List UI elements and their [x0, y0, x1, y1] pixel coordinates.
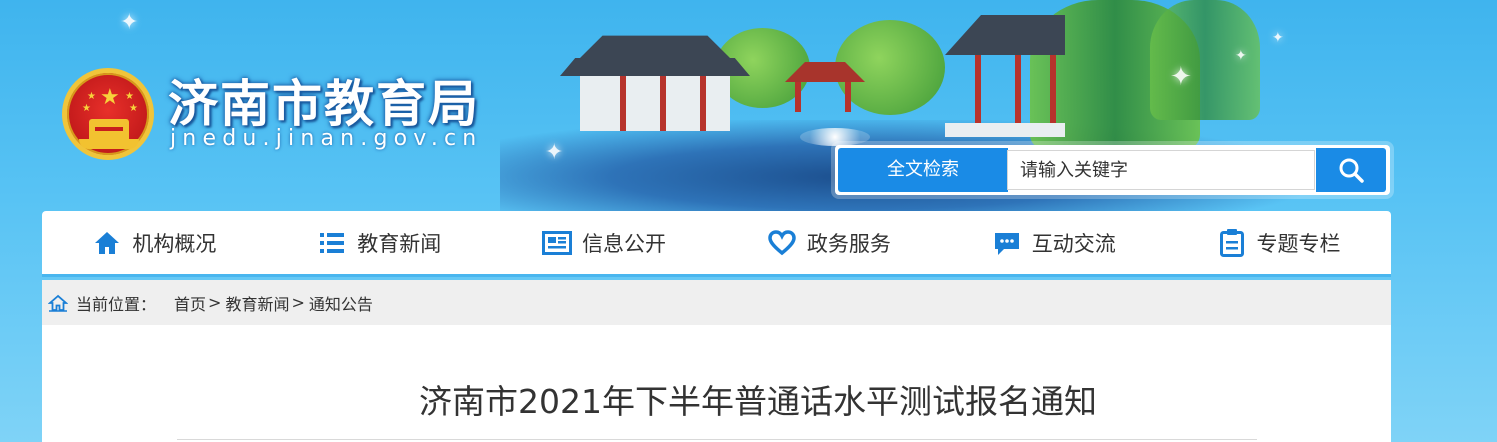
nav-item-government-services[interactable]: 政务服务	[716, 211, 941, 274]
sparkle-icon: ✦	[120, 10, 139, 35]
list-icon	[317, 228, 347, 258]
pavilion-graphic	[945, 5, 1065, 145]
nav-item-org-overview[interactable]: 机构概况	[42, 211, 267, 274]
nav-item-special-topics[interactable]: 专题专栏	[1166, 211, 1391, 274]
header-banner: ✦ ✦ ✦ ✦ ✦ ★ ★ ★ ★ ★ 济南市教育局 jnedu.jinan.g…	[0, 0, 1497, 215]
nav-item-label: 信息公开	[582, 231, 667, 256]
nav-item-info-disclosure[interactable]: 信息公开	[492, 211, 717, 274]
pavilion-graphic	[785, 62, 865, 114]
nav-item-label: 政务服务	[806, 231, 891, 256]
breadcrumb-link-home[interactable]: 首页	[174, 291, 206, 315]
breadcrumb-separator: >	[208, 293, 222, 312]
search-button[interactable]	[1316, 148, 1386, 192]
sparkle-icon: ✦	[1235, 48, 1247, 64]
national-emblem-icon: ★ ★ ★ ★ ★	[62, 68, 154, 160]
home-icon	[92, 228, 122, 258]
search-label[interactable]: 全文检索	[838, 148, 1008, 192]
nav-item-education-news[interactable]: 教育新闻	[267, 211, 492, 274]
nav-item-label: 互动交流	[1031, 231, 1116, 256]
breadcrumb-link-education-news[interactable]: 教育新闻	[225, 291, 289, 315]
sparkle-icon: ✦	[545, 140, 564, 165]
title-divider	[177, 439, 1257, 440]
fountain-graphic	[800, 128, 870, 146]
sparkle-icon: ✦	[1170, 62, 1192, 92]
nav-item-label: 机构概况	[132, 231, 217, 256]
heart-icon	[767, 228, 797, 258]
pavilion-graphic	[560, 30, 750, 140]
clipboard-icon	[1217, 228, 1247, 258]
location-home-icon	[48, 294, 68, 312]
breadcrumb: 当前位置： 首页 > 教育新闻 > 通知公告	[42, 280, 1391, 325]
search-box: 全文检索	[835, 145, 1390, 195]
sparkle-icon: ✦	[1272, 30, 1284, 46]
breadcrumb-link-notices[interactable]: 通知公告	[309, 291, 373, 315]
main-nav: 机构概况 教育新闻 信息公开 政务服务 互动交流 专题专栏	[42, 211, 1391, 277]
article-title: 济南市2021年下半年普通话水平测试报名通知	[419, 382, 1097, 421]
breadcrumb-separator: >	[291, 293, 305, 312]
site-domain: jnedu.jinan.gov.cn	[170, 126, 483, 151]
article-content: 济南市2021年下半年普通话水平测试报名通知	[42, 325, 1391, 442]
breadcrumb-prefix: 当前位置：	[76, 294, 157, 314]
nav-item-interaction[interactable]: 互动交流	[941, 211, 1166, 274]
newspaper-icon	[542, 228, 573, 258]
search-icon	[1339, 158, 1364, 183]
search-input[interactable]	[1007, 150, 1315, 190]
nav-item-label: 专题专栏	[1256, 231, 1341, 256]
chat-bubble-icon	[992, 228, 1022, 258]
nav-item-label: 教育新闻	[357, 231, 442, 256]
